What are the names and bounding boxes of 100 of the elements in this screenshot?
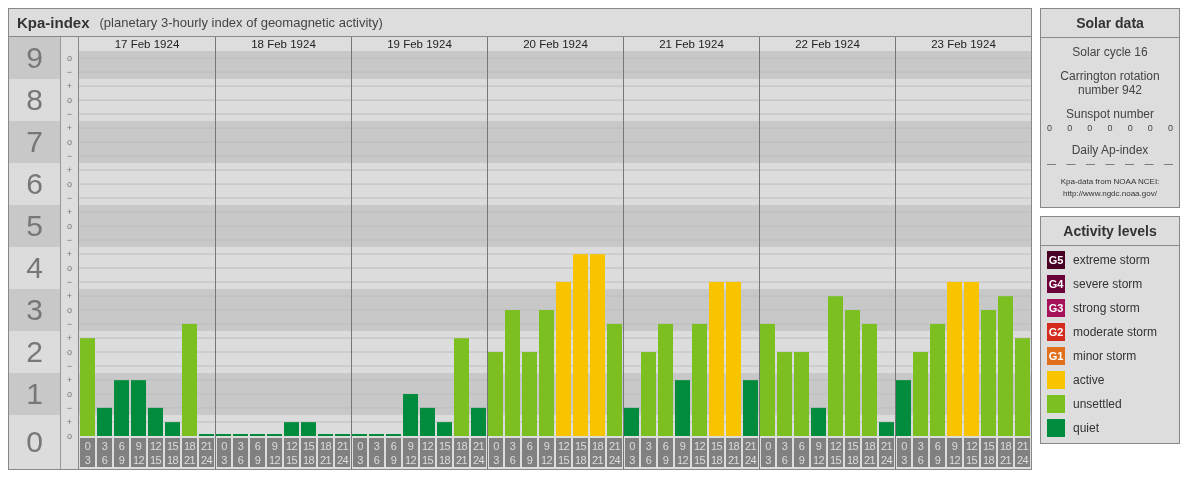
time-slot-label: 15 18 [573, 438, 588, 467]
storm-badge: G3 [1047, 299, 1065, 317]
minor-tick-label: + [65, 289, 74, 303]
y-axis-label: 5 [9, 205, 60, 247]
kp-bar [114, 380, 129, 436]
sunspot-value: 0 [1107, 123, 1113, 133]
minor-tick-label: − [65, 401, 74, 415]
kp-bar [879, 422, 894, 436]
minor-tick-label: o [66, 219, 73, 233]
date-label: 17 Feb 1924 [113, 37, 181, 51]
ap-index-value: — [1144, 159, 1154, 169]
minor-tick-label: o [66, 93, 73, 107]
time-slot-label: 15 18 [437, 438, 452, 467]
time-slot-label: 21 24 [199, 438, 214, 467]
time-slot-label: 0 3 [217, 438, 231, 467]
time-slot-label: 21 24 [1015, 438, 1030, 467]
kp-bar [743, 380, 758, 436]
y-axis-label: 9 [9, 37, 60, 79]
time-slot-label: 18 21 [998, 438, 1013, 467]
minor-tick-label: o [66, 177, 73, 191]
time-slot-label: 6 9 [658, 438, 673, 467]
minor-tick-label: − [65, 275, 74, 289]
source-link[interactable]: http://www.ngdc.noaa.gov/ [1060, 189, 1160, 199]
time-slot-label: 3 6 [505, 438, 520, 467]
y-axis-label: 1 [9, 373, 60, 415]
time-slot-label: 9 12 [539, 438, 554, 467]
minor-tick-label: o [66, 135, 73, 149]
time-slot-label: 3 6 [233, 438, 248, 467]
time-slot-label: 12 15 [284, 438, 299, 467]
chart-title: Kpa-index [17, 14, 90, 31]
panel-title: Solar data [1041, 9, 1179, 38]
time-slot-label: 9 12 [403, 438, 418, 467]
sunspot-value: 0 [1147, 123, 1153, 133]
minor-tick-label: o [66, 303, 73, 317]
kp-bar [131, 380, 146, 436]
kp-bar [811, 407, 826, 436]
ap-index-value: — [1047, 159, 1056, 169]
minor-tick-label: o [66, 429, 73, 443]
time-slot-label: 21 24 [335, 438, 350, 467]
minor-tick-label: − [65, 359, 74, 373]
time-slot-label: 6 9 [250, 438, 265, 467]
time-slot-label: 21 24 [879, 438, 894, 467]
time-slot-label: 18 21 [182, 438, 197, 467]
storm-badge: G2 [1047, 323, 1065, 341]
time-slot-label: 9 12 [811, 438, 826, 467]
time-slot-label: 6 9 [794, 438, 809, 467]
storm-badge: G5 [1047, 251, 1065, 269]
time-slot-label: 9 12 [131, 438, 146, 467]
time-slot-label: 18 21 [454, 438, 469, 467]
legend-label: active [1073, 373, 1105, 387]
time-slot-label: 3 6 [97, 438, 112, 467]
minor-tick-label: + [65, 247, 74, 261]
time-slot-label: 12 15 [692, 438, 707, 467]
time-slot-label: 3 6 [369, 438, 384, 467]
time-slot-label: 12 15 [420, 438, 435, 467]
minor-tick-label: − [65, 191, 74, 205]
ap-index-value: — [1105, 159, 1115, 169]
ap-index-value: — [1164, 159, 1173, 169]
time-slot-label: 18 21 [590, 438, 605, 467]
ap-index-value: — [1086, 159, 1095, 169]
y-axis-label: 3 [9, 289, 60, 331]
legend-label: strong storm [1073, 301, 1140, 315]
minor-tick-label: − [65, 233, 74, 247]
time-slot-label: 0 3 [353, 438, 367, 467]
sunspot-value: 0 [1067, 123, 1073, 133]
kp-bar [420, 407, 435, 436]
time-slot-label: 21 24 [607, 438, 622, 467]
legend-label: severe storm [1073, 277, 1143, 291]
time-slot-label: 21 24 [743, 438, 758, 467]
time-slot-label: 12 15 [828, 438, 843, 467]
time-slot-label: 18 21 [318, 438, 333, 467]
time-slot-label: 3 6 [641, 438, 656, 467]
solar-cycle: Solar cycle 16 [1072, 45, 1148, 59]
sunspot-value: 0 [1127, 123, 1133, 133]
time-slot-label: 15 18 [845, 438, 860, 467]
kp-bar [301, 422, 316, 436]
y-axis-label: 7 [9, 121, 60, 163]
source-note: Kpa-data from NOAA NCEI: [1060, 177, 1160, 187]
time-slot-label: 18 21 [862, 438, 877, 467]
time-slot-label: 0 3 [489, 438, 503, 467]
time-slot-label: 9 12 [947, 438, 962, 467]
sunspot-value: 0 [1047, 123, 1052, 133]
time-slot-label: 6 9 [930, 438, 945, 467]
time-slot-label: 6 9 [522, 438, 537, 467]
kp-bar [896, 380, 911, 436]
time-slot-label: 18 21 [726, 438, 741, 467]
minor-tick-label: o [66, 345, 73, 359]
time-slot-label: 3 6 [913, 438, 928, 467]
sunspot-value: 0 [1167, 123, 1173, 133]
time-slot-label: 6 9 [114, 438, 129, 467]
kp-bar [97, 407, 112, 436]
minor-tick-label: o [66, 261, 73, 275]
ap-index-value: — [1066, 159, 1076, 169]
minor-tick-label: − [65, 149, 74, 163]
sunspot-value: 0 [1087, 123, 1093, 133]
time-slot-label: 12 15 [964, 438, 979, 467]
kp-bar [403, 394, 418, 436]
minor-tick-label: − [65, 65, 74, 79]
time-slot-label: 21 24 [471, 438, 486, 467]
time-slot-label: 0 3 [761, 438, 775, 467]
